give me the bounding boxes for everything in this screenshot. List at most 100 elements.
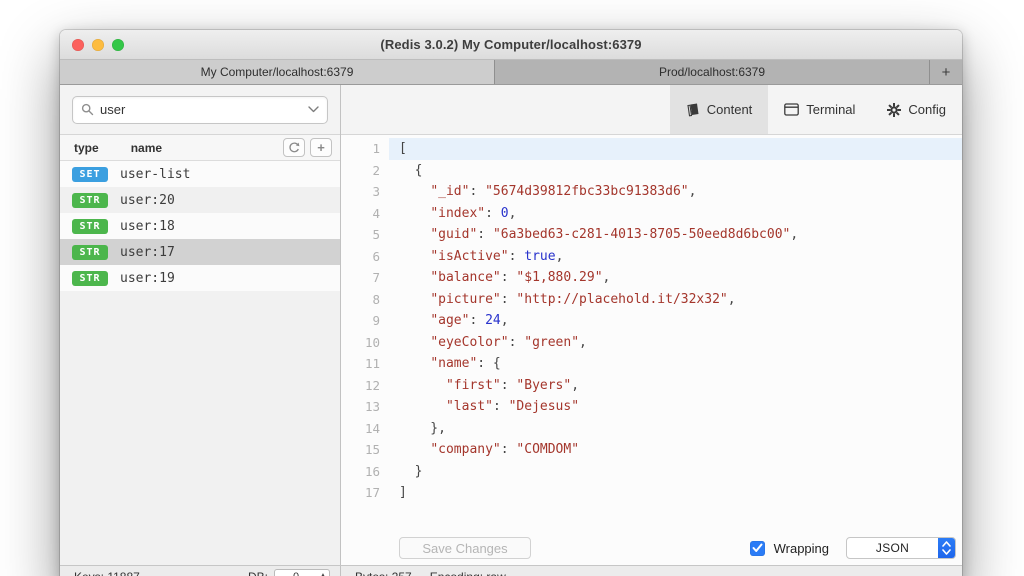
wrapping-checkbox[interactable] <box>750 541 765 556</box>
line-number: 3 <box>341 181 380 203</box>
code-line: "picture": "http://placehold.it/32x32", <box>389 289 962 311</box>
line-number: 7 <box>341 267 380 289</box>
add-key-button[interactable]: + <box>310 138 332 157</box>
key-name: user:17 <box>120 245 175 260</box>
code-line: "age": 24, <box>389 310 962 332</box>
search-row <box>60 85 340 135</box>
detail-panel: Content Terminal <box>341 85 962 565</box>
db-selector-group: DB: 0 ▲▼ <box>248 570 330 576</box>
line-number: 8 <box>341 289 380 311</box>
search-box[interactable] <box>72 96 328 124</box>
save-changes-button[interactable]: Save Changes <box>399 537 531 559</box>
line-number-gutter: 1234567891011121314151617 <box>341 138 389 531</box>
code-line: "first": "Byers", <box>389 375 962 397</box>
column-header-name[interactable]: name <box>131 141 162 155</box>
refresh-icon <box>288 142 300 154</box>
format-select[interactable]: JSON <box>846 537 956 559</box>
keys-count: Keys: 11887 <box>74 570 140 576</box>
status-bar: Keys: 11887 DB: 0 ▲▼ Bytes: 257 Encoding… <box>60 565 962 576</box>
key-name: user:18 <box>120 219 175 234</box>
table-row[interactable]: SET user-list <box>60 161 340 187</box>
column-header-type[interactable]: type <box>74 141 99 155</box>
type-badge: STR <box>72 219 108 234</box>
code-line: "last": "Dejesus" <box>389 396 962 418</box>
app-window: (Redis 3.0.2) My Computer/localhost:6379… <box>60 30 962 576</box>
editor-footer-right: Wrapping JSON <box>750 537 956 559</box>
line-number: 11 <box>341 353 380 375</box>
line-number: 5 <box>341 224 380 246</box>
tab-content-label: Content <box>707 102 753 117</box>
format-select-value: JSON <box>847 541 938 555</box>
tab-config[interactable]: Config <box>871 85 962 134</box>
code-line: "index": 0, <box>389 203 962 225</box>
line-number: 2 <box>341 160 380 182</box>
line-number: 17 <box>341 482 380 504</box>
status-bar-right: Bytes: 257 Encoding: raw <box>341 566 962 576</box>
editor-footer: Save Changes Wrapping JSON <box>341 531 962 565</box>
table-row[interactable]: STRuser:20 <box>60 187 340 213</box>
desktop-background: (Redis 3.0.2) My Computer/localhost:6379… <box>0 0 1024 576</box>
type-badge: STR <box>72 193 108 208</box>
line-number: 12 <box>341 375 380 397</box>
line-number: 6 <box>341 246 380 268</box>
code-line: "guid": "6a3bed63-c281-4013-8705-50eed8d… <box>389 224 962 246</box>
gear-icon <box>887 103 901 117</box>
line-number: 13 <box>341 396 380 418</box>
window-title: (Redis 3.0.2) My Computer/localhost:6379 <box>60 37 962 52</box>
code-line: "balance": "$1,880.29", <box>389 267 962 289</box>
code-line: "_id": "5674d39812fbc33bc91383d6", <box>389 181 962 203</box>
line-number: 9 <box>341 310 380 332</box>
table-row[interactable]: STR user:17 <box>60 239 340 265</box>
db-value: 0 <box>275 571 317 576</box>
search-icon <box>81 103 94 116</box>
connection-tab-local[interactable]: My Computer/localhost:6379 <box>60 60 495 84</box>
tab-terminal[interactable]: Terminal <box>768 85 871 134</box>
type-badge: STR <box>72 271 108 286</box>
main-split: type name + SETuser-listSTRuser:20STRuse… <box>60 85 962 565</box>
code-line: ] <box>389 482 962 504</box>
status-bar-left: Keys: 11887 DB: 0 ▲▼ <box>60 566 341 576</box>
db-label: DB: <box>248 570 268 576</box>
view-tab-bar: Content Terminal <box>341 85 962 135</box>
check-icon <box>752 543 763 553</box>
key-name: user-list <box>120 167 190 182</box>
bytes-info: Bytes: 257 <box>355 570 412 576</box>
db-stepper[interactable]: 0 ▲▼ <box>274 569 330 576</box>
key-list-actions: + <box>283 138 332 157</box>
content-icon <box>686 103 700 117</box>
tab-terminal-label: Terminal <box>806 102 855 117</box>
tab-content[interactable]: Content <box>670 85 769 134</box>
search-input[interactable] <box>100 102 308 117</box>
line-number: 1 <box>341 138 380 160</box>
terminal-icon <box>784 103 799 116</box>
code-line: "name": { <box>389 353 962 375</box>
select-stepper-icon <box>938 538 955 558</box>
table-row[interactable]: STR user:18 <box>60 213 340 239</box>
refresh-keys-button[interactable] <box>283 138 305 157</box>
json-editor[interactable]: 1234567891011121314151617 [ { "_id": "56… <box>341 135 962 531</box>
line-number: 15 <box>341 439 380 461</box>
key-table-header: type name + <box>60 135 340 161</box>
title-bar[interactable]: (Redis 3.0.2) My Computer/localhost:6379 <box>60 30 962 60</box>
table-row[interactable]: STR user:19 <box>60 265 340 291</box>
code-area[interactable]: [ { "_id": "5674d39812fbc33bc91383d6", "… <box>389 138 962 531</box>
wrapping-label: Wrapping <box>774 541 829 556</box>
connection-tab-bar: My Computer/localhost:6379 Prod/localhos… <box>60 60 962 85</box>
chevron-down-icon[interactable] <box>308 106 319 113</box>
code-line: { <box>389 160 962 182</box>
key-table-body: SETuser-listSTRuser:20STRuser:18STRuser:… <box>60 161 340 291</box>
code-line: } <box>389 461 962 483</box>
code-line: "isActive": true, <box>389 246 962 268</box>
code-line: "company": "COMDOM" <box>389 439 962 461</box>
key-name: user:19 <box>120 271 175 286</box>
connection-tab-prod[interactable]: Prod/localhost:6379 <box>495 60 930 84</box>
type-badge: SET <box>72 167 108 182</box>
key-sidebar: type name + SETuser-listSTRuser:20STRuse… <box>60 85 341 565</box>
code-line: }, <box>389 418 962 440</box>
encoding-info: Encoding: raw <box>430 570 506 576</box>
type-badge: STR <box>72 245 108 260</box>
code-line: [ <box>389 138 962 160</box>
line-number: 4 <box>341 203 380 225</box>
line-number: 16 <box>341 461 380 483</box>
new-connection-button[interactable]: + <box>930 60 962 84</box>
